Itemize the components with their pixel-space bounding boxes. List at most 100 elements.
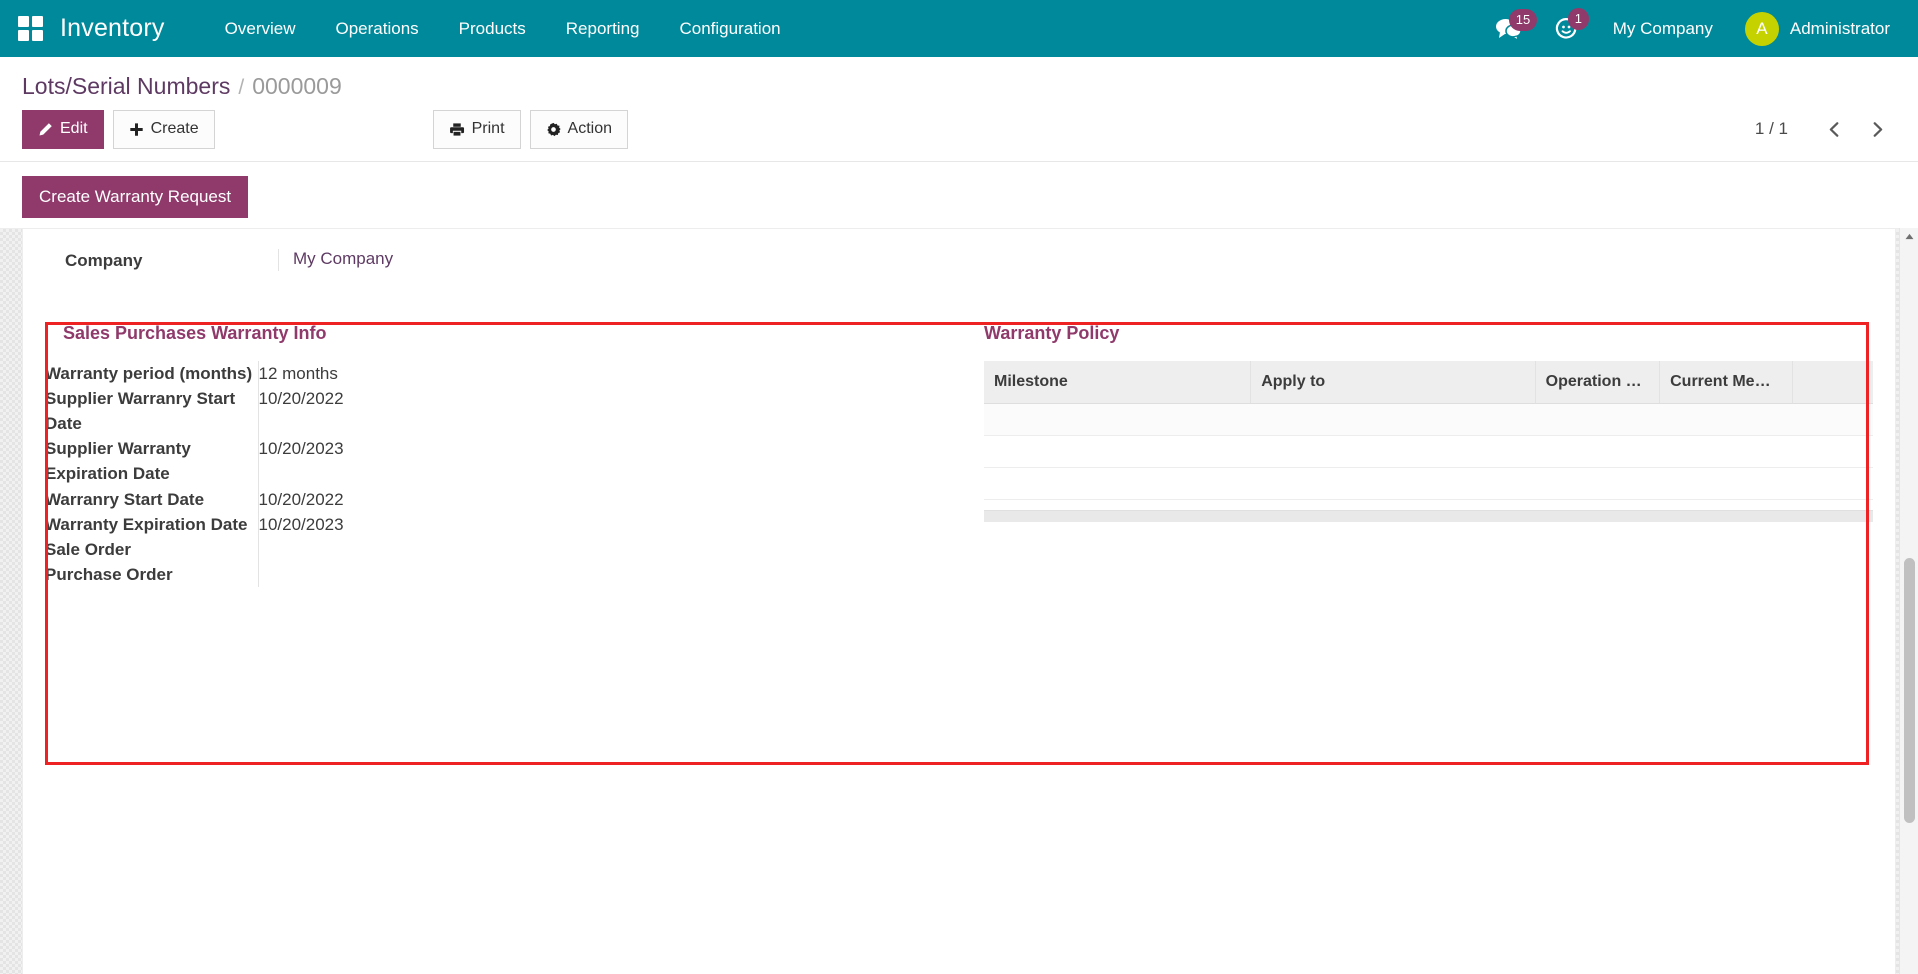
table-row[interactable] bbox=[984, 435, 1873, 468]
cell-apply-to bbox=[1250, 467, 1536, 500]
caret-up-icon bbox=[1905, 234, 1913, 240]
field-row-sale-order: Sale Order bbox=[45, 536, 934, 563]
record-action-buttons: Edit Create bbox=[22, 110, 215, 149]
field-row-warranty-start-date: Warranry Start Date 10/20/2022 bbox=[45, 486, 934, 512]
breadcrumb-separator: / bbox=[238, 76, 245, 99]
warranty-expiration-date-label: Warranty Expiration Date bbox=[45, 514, 248, 534]
company-field-value[interactable]: My Company bbox=[278, 248, 1895, 271]
field-row-warranty-expiration-date: Warranty Expiration Date 10/20/2023 bbox=[45, 511, 934, 537]
gear-icon bbox=[546, 122, 561, 136]
control-panel-buttons: Edit Create Print Action 1 / 1 bbox=[22, 110, 1896, 161]
smart-button-bar: Create Warranty Request bbox=[0, 161, 1918, 228]
warranty-info-fields: Warranty period (months) 12 months Suppl… bbox=[45, 360, 934, 588]
create-warranty-request-button[interactable]: Create Warranty Request bbox=[22, 175, 249, 218]
breadcrumb-parent-link[interactable]: Lots/Serial Numbers bbox=[22, 73, 230, 100]
printer-icon bbox=[449, 123, 464, 136]
left-gutter bbox=[0, 227, 22, 974]
purchase-order-label: Purchase Order bbox=[45, 565, 173, 585]
supplier-warranty-start-date-value[interactable]: 10/20/2022 bbox=[257, 385, 934, 437]
action-button-label: Action bbox=[567, 120, 612, 137]
warranty-policy-horizontal-scrollbar[interactable] bbox=[984, 509, 1873, 522]
cell-operation-status bbox=[1535, 467, 1660, 500]
cell-milestone bbox=[984, 435, 1251, 468]
field-row-supplier-warranty-start-date: Supplier Warranry Start Date 10/20/2022 bbox=[45, 385, 934, 437]
plus-icon bbox=[129, 123, 143, 136]
activities-badge-count: 1 bbox=[1567, 7, 1589, 30]
cell-operation-status bbox=[1535, 403, 1660, 436]
warranty-policy-list: Milestone Apply to Operation S… Current … bbox=[984, 360, 1873, 522]
table-row[interactable] bbox=[984, 467, 1873, 500]
column-header-optional[interactable] bbox=[1792, 360, 1873, 404]
cell-optional bbox=[1792, 435, 1873, 468]
messages-menu[interactable]: 15 bbox=[1479, 8, 1538, 50]
company-switcher[interactable]: My Company bbox=[1595, 9, 1731, 49]
pencil-icon bbox=[39, 123, 52, 136]
pager: 1 / 1 bbox=[1755, 117, 1896, 142]
warranty-period-label: Warranty period (months) bbox=[45, 363, 253, 383]
supplier-warranty-expiration-date-label: Supplier Warranty Expiration Date bbox=[45, 439, 191, 484]
navbar-right-section: 15 1 My Company A Administrator bbox=[1479, 6, 1896, 52]
warranty-period-value[interactable]: 12 months bbox=[257, 360, 934, 386]
control-panel: Lots/Serial Numbers / 0000009 Edit Creat… bbox=[0, 57, 1918, 162]
messages-badge-count: 15 bbox=[1508, 8, 1538, 31]
print-button-label: Print bbox=[471, 120, 505, 137]
form-view-content: Company My Company Sales Purchases Warra… bbox=[0, 227, 1918, 974]
column-header-current-me[interactable]: Current Me… bbox=[1659, 360, 1794, 404]
action-button[interactable]: Action bbox=[529, 110, 628, 149]
cell-operation-status bbox=[1535, 435, 1660, 468]
main-menu: Overview Operations Products Reporting C… bbox=[205, 1, 801, 57]
top-navbar: Inventory Overview Operations Products R… bbox=[0, 0, 1918, 57]
form-sheet: Company My Company Sales Purchases Warra… bbox=[22, 227, 1896, 974]
supplier-warranty-expiration-date-value[interactable]: 10/20/2023 bbox=[257, 436, 934, 487]
user-name-label: Administrator bbox=[1789, 18, 1890, 38]
warranty-policy-group: Warranty Policy Milestone Apply to Opera… bbox=[984, 305, 1873, 587]
left-group-title: Sales Purchases Warranty Info bbox=[63, 322, 327, 343]
table-row[interactable] bbox=[984, 403, 1873, 436]
chevron-right-icon bbox=[1873, 122, 1883, 137]
field-row-supplier-warranty-expiration-date: Supplier Warranty Expiration Date 10/20/… bbox=[45, 436, 934, 487]
table-header-row: Milestone Apply to Operation S… Current … bbox=[984, 360, 1873, 404]
sale-order-label: Sale Order bbox=[45, 539, 131, 559]
breadcrumb-current: 0000009 bbox=[252, 73, 342, 99]
column-header-milestone[interactable]: Milestone bbox=[984, 360, 1252, 404]
cell-current-me bbox=[1659, 435, 1793, 468]
print-button[interactable]: Print bbox=[432, 110, 521, 149]
cell-optional bbox=[1792, 467, 1873, 500]
create-button[interactable]: Create bbox=[112, 110, 215, 149]
warranty-start-date-label: Warranry Start Date bbox=[45, 489, 205, 509]
scroll-up-button[interactable] bbox=[1900, 227, 1918, 246]
cell-milestone bbox=[984, 467, 1251, 500]
cell-apply-to bbox=[1250, 435, 1536, 468]
menu-item-products[interactable]: Products bbox=[439, 1, 546, 57]
chevron-left-icon bbox=[1829, 122, 1839, 137]
column-header-operation-status[interactable]: Operation S… bbox=[1535, 360, 1661, 404]
sale-order-value[interactable] bbox=[257, 536, 934, 563]
scrollbar-thumb[interactable] bbox=[1904, 557, 1915, 823]
right-group-title: Warranty Policy bbox=[984, 322, 1120, 343]
apps-grid-icon[interactable] bbox=[18, 15, 44, 42]
field-row-warranty-period: Warranty period (months) 12 months bbox=[45, 360, 934, 386]
app-brand-inventory[interactable]: Inventory bbox=[60, 14, 165, 43]
menu-item-reporting[interactable]: Reporting bbox=[546, 1, 660, 57]
cell-current-me bbox=[1659, 467, 1793, 500]
warranty-expiration-date-value[interactable]: 10/20/2023 bbox=[257, 511, 934, 537]
field-row-purchase-order: Purchase Order bbox=[45, 562, 934, 588]
cell-milestone bbox=[984, 403, 1251, 436]
page-vertical-scrollbar[interactable] bbox=[1899, 227, 1918, 974]
menu-item-configuration[interactable]: Configuration bbox=[659, 1, 800, 57]
user-menu[interactable]: A Administrator bbox=[1731, 6, 1896, 52]
pager-previous-button[interactable] bbox=[1816, 117, 1853, 142]
avatar: A bbox=[1744, 11, 1779, 46]
edit-button[interactable]: Edit bbox=[22, 110, 104, 149]
cell-current-me bbox=[1659, 403, 1793, 436]
warranty-start-date-value[interactable]: 10/20/2022 bbox=[257, 486, 934, 512]
purchase-order-value[interactable] bbox=[257, 562, 934, 588]
column-header-apply-to[interactable]: Apply to bbox=[1250, 360, 1536, 404]
pager-count-label: 1 / 1 bbox=[1754, 119, 1788, 139]
activities-menu[interactable]: 1 bbox=[1538, 7, 1595, 51]
menu-item-overview[interactable]: Overview bbox=[205, 1, 316, 57]
menu-item-operations[interactable]: Operations bbox=[316, 1, 439, 57]
pager-next-button[interactable] bbox=[1859, 117, 1896, 142]
cell-optional bbox=[1792, 403, 1873, 436]
company-field-label: Company bbox=[65, 250, 143, 270]
